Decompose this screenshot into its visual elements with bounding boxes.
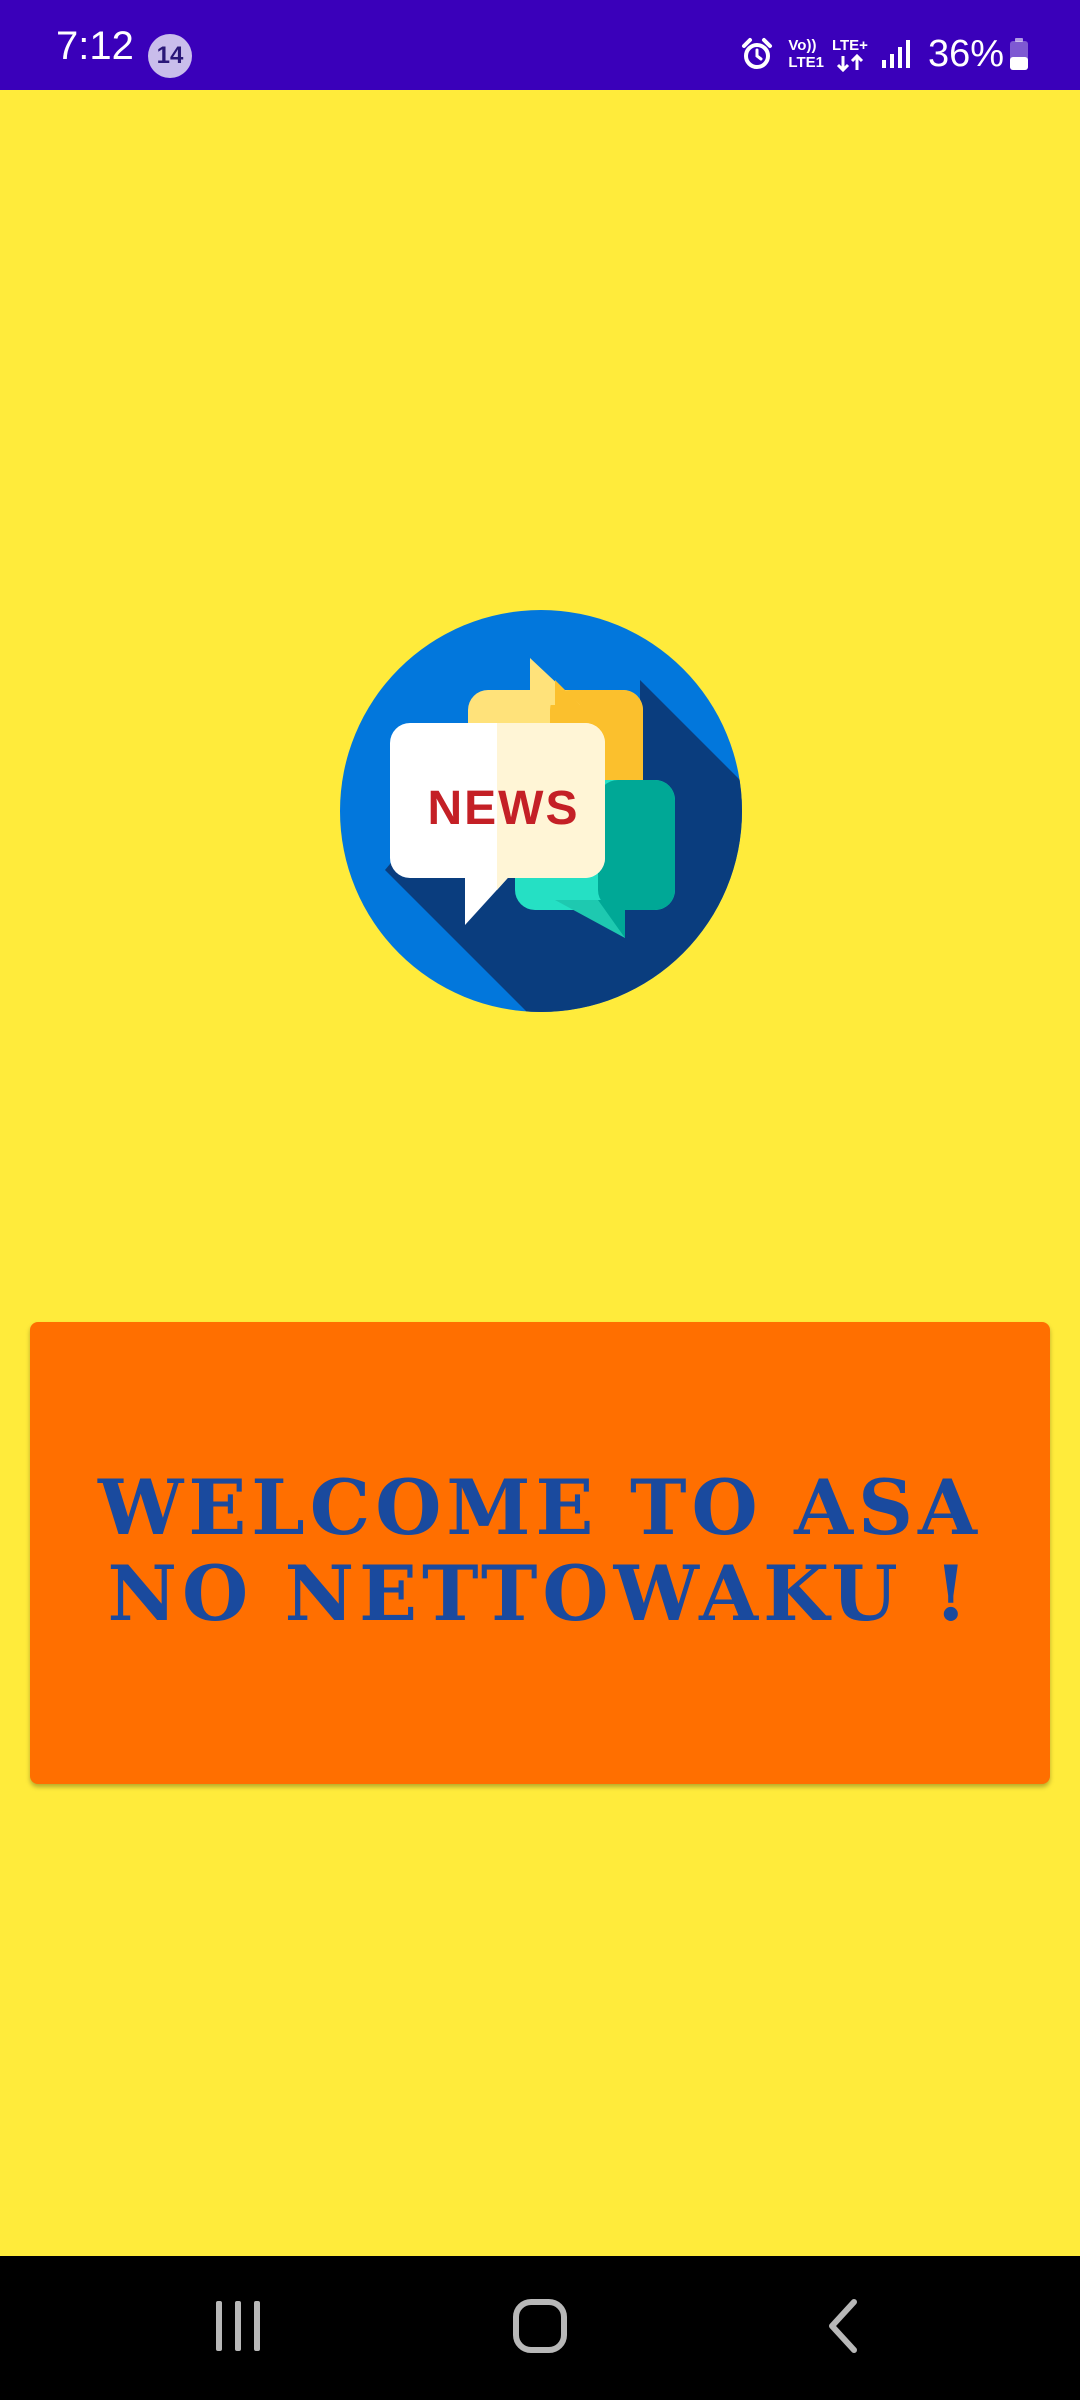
- recent-apps-icon: [213, 2299, 263, 2357]
- status-bar: 7:12 14 Vo)) LTE1 LTE+ 36%: [0, 0, 1080, 90]
- back-icon: [824, 2298, 860, 2358]
- battery-icon: [1008, 37, 1030, 71]
- welcome-card: WELCOME TO ASA NO NETTOWAKU !: [30, 1322, 1050, 1784]
- network-type: LTE+: [831, 36, 868, 54]
- network-indicator: LTE+: [832, 37, 868, 72]
- volte-indicator: Vo)) LTE1: [788, 37, 824, 71]
- status-time: 7:12: [56, 24, 134, 68]
- volte-line2: LTE1: [788, 54, 824, 71]
- back-button[interactable]: [782, 2278, 902, 2378]
- logo-news-text: NEWS: [427, 782, 580, 835]
- home-button[interactable]: [480, 2278, 600, 2378]
- navigation-bar: [0, 2256, 1080, 2400]
- battery-percent: 36%: [927, 33, 1004, 75]
- notification-count-badge: 14: [148, 34, 192, 78]
- signal-icon: [880, 38, 914, 70]
- welcome-message: WELCOME TO ASA NO NETTOWAKU !: [98, 1463, 982, 1638]
- alarm-icon: [740, 37, 774, 71]
- home-icon: [512, 2298, 568, 2358]
- status-icons: Vo)) LTE1 LTE+ 36%: [740, 26, 1030, 82]
- news-logo: NEWS: [340, 610, 742, 1012]
- data-arrows-icon: [835, 53, 865, 72]
- volte-line1: Vo)): [788, 37, 817, 54]
- recent-apps-button[interactable]: [178, 2278, 298, 2378]
